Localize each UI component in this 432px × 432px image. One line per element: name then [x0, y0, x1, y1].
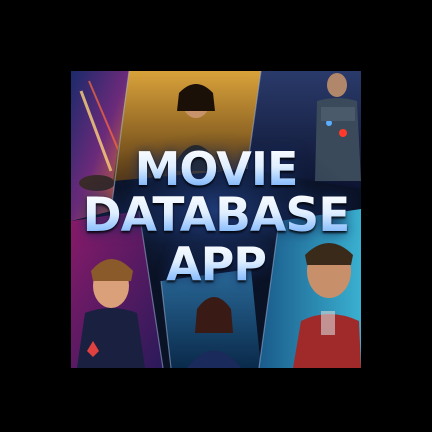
- title-line-movie: MOVIE: [71, 146, 361, 192]
- title-line-app: APP: [71, 241, 361, 287]
- stage: MOVIE DATABASE APP: [0, 0, 432, 432]
- title-line-database: DATABASE: [71, 192, 361, 239]
- app-poster: MOVIE DATABASE APP: [71, 71, 361, 368]
